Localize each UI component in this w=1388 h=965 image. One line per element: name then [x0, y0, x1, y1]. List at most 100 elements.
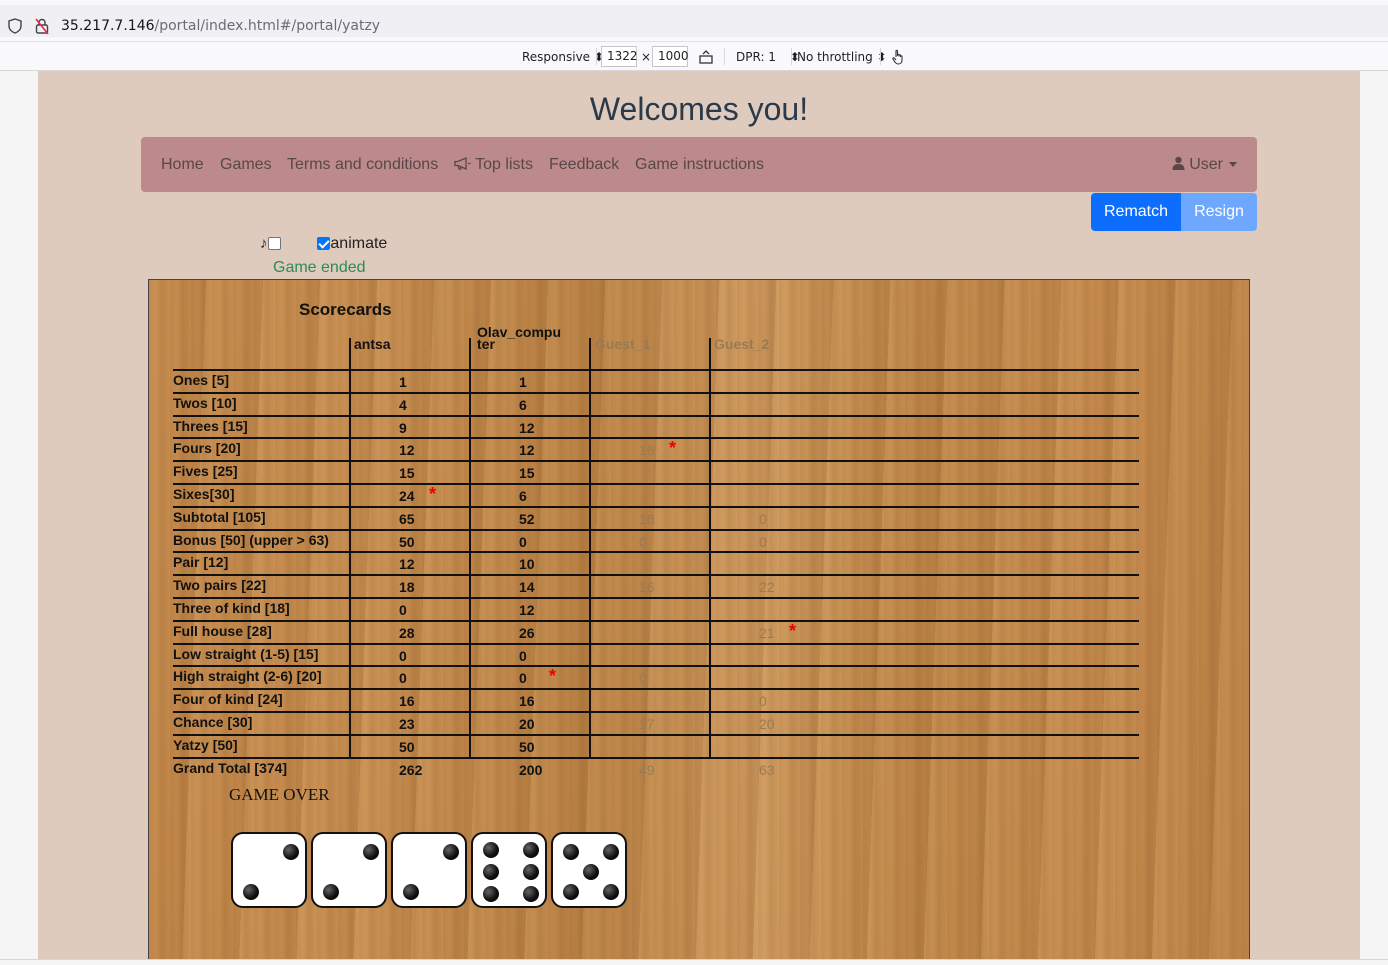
nav-games[interactable]: Games — [220, 156, 272, 174]
score-cell: 0 — [519, 647, 527, 664]
die-5[interactable] — [551, 832, 627, 908]
resign-button[interactable]: Resign — [1181, 193, 1257, 231]
category-label: Fives [25] — [173, 463, 238, 480]
browser-toolbar: 35.217.7.146/portal/index.html#/portal/y… — [0, 0, 1388, 42]
nav-terms[interactable]: Terms and conditions — [287, 156, 438, 174]
score-cell: 52 — [519, 510, 535, 527]
rematch-button[interactable]: Rematch — [1091, 193, 1181, 231]
table-row: Sixes[30] 24 * 6 — [173, 484, 1139, 507]
table-row: Yatzy [50] 50 50 — [173, 735, 1139, 758]
score-cell: 0 — [639, 533, 647, 550]
die-1[interactable] — [231, 832, 307, 908]
responsive-design-toolbar: Responsive ⬍ 1322 × 1000 DPR: 1 ⬍ No thr… — [0, 42, 1388, 71]
game-over-text: GAME OVER — [229, 785, 330, 804]
nav-toplists[interactable]: Top lists — [454, 156, 533, 174]
score-cell: 26 — [519, 624, 535, 641]
score-cell: 12 — [519, 602, 535, 618]
insecure-lock-icon[interactable] — [35, 17, 49, 35]
score-cell: 20 — [519, 716, 535, 732]
nav-feedback[interactable]: Feedback — [549, 156, 619, 174]
category-label: Fours [20] — [173, 440, 241, 457]
scrollbar[interactable] — [1360, 71, 1388, 959]
rotate-viewport-icon[interactable] — [698, 49, 714, 65]
user-menu[interactable]: User — [1172, 156, 1237, 174]
die-pip — [603, 844, 619, 860]
score-cell: 6 — [519, 396, 527, 413]
score-cell: 6 — [519, 488, 527, 504]
nav-home[interactable]: Home — [161, 156, 204, 174]
times-sign: × — [641, 50, 652, 64]
score-cell: 28 — [399, 624, 415, 641]
divider — [880, 48, 881, 65]
score-cell: 63 — [759, 761, 775, 778]
column-divider — [469, 338, 471, 758]
animate-label: animate — [330, 235, 388, 252]
score-cell: 1 — [399, 374, 407, 390]
select-arrows-icon: ⬍ — [876, 50, 887, 64]
nav-game-instructions[interactable]: Game instructions — [635, 156, 764, 174]
score-cell: 262 — [399, 761, 423, 778]
touch-simulation-icon[interactable] — [890, 48, 906, 66]
column-divider — [709, 338, 711, 758]
throttling-select[interactable]: No throttling ⬍ — [797, 48, 887, 66]
viewport-height-input[interactable]: 1000 — [652, 46, 689, 67]
table-row: Two pairs [22] 18 14 16 22 — [173, 575, 1139, 598]
category-label: Pair [12] — [173, 554, 229, 571]
die-pip — [283, 844, 299, 860]
device-select[interactable]: Responsive ⬍ — [522, 48, 604, 66]
divider — [724, 48, 725, 65]
table-row: Ones [5] 1 1 — [173, 370, 1139, 393]
viewport-width-input[interactable]: 1322 — [601, 46, 638, 67]
die-pip — [523, 886, 539, 902]
game-options: ♪ animate — [260, 235, 387, 253]
column-divider — [589, 338, 591, 758]
score-cell: 15 — [399, 465, 415, 482]
score-cell: 9 — [399, 419, 407, 436]
category-label: Full house [28] — [173, 622, 272, 639]
table-row: Twos [10] 4 6 — [173, 393, 1139, 416]
category-label: Sixes[30] — [173, 486, 235, 502]
score-cell: 0 — [759, 533, 767, 550]
score-cell: 0 — [759, 510, 767, 527]
nav-toplists-label: Top lists — [475, 156, 533, 173]
score-cell: 16 — [639, 510, 655, 527]
table-row: Low straight (1-5) [15] 0 0 — [173, 644, 1139, 667]
table-row: Three of kind [18] 0 12 — [173, 598, 1139, 621]
table-row: Chance [30] 23 20 17 20 — [173, 712, 1139, 735]
score-cell: 21 — [759, 624, 775, 641]
die-pip — [243, 884, 259, 900]
category-label: Twos [10] — [173, 394, 237, 411]
die-3[interactable] — [391, 832, 467, 908]
score-cell: 15 — [519, 465, 535, 482]
score-cell: 22 — [759, 579, 775, 596]
table-row: Fours [20] 12 12 16 * — [173, 438, 1139, 461]
scorecards-title: Scorecards — [299, 300, 392, 319]
tracking-shield-icon[interactable] — [8, 18, 22, 34]
category-label: Low straight (1-5) [15] — [173, 645, 319, 662]
score-cell: 10 — [519, 556, 535, 573]
url-path: /portal/index.html#/portal/yatzy — [154, 18, 381, 34]
category-label: Three of kind [18] — [173, 600, 290, 616]
sound-checkbox[interactable] — [267, 237, 281, 251]
animate-checkbox[interactable] — [317, 237, 331, 251]
score-cell: 24 — [399, 488, 415, 504]
music-note-icon: ♪ — [260, 235, 268, 252]
score-cell: 16 — [519, 693, 535, 710]
score-cell: 23 — [399, 716, 415, 732]
die-2[interactable] — [311, 832, 387, 908]
score-cell: 16 — [639, 442, 655, 459]
player-header-guest-1: Guest_1 — [595, 336, 651, 352]
url-bar[interactable]: 35.217.7.146/portal/index.html#/portal/y… — [0, 5, 1388, 37]
navbar: Home Games Terms and conditions Top list… — [141, 137, 1257, 192]
category-label: Grand Total [374] — [173, 759, 288, 776]
url-text[interactable]: 35.217.7.146/portal/index.html#/portal/y… — [61, 18, 380, 34]
chevron-down-icon — [1229, 162, 1237, 168]
last-move-marker: * — [429, 484, 437, 504]
page-title: Welcomes you! — [589, 91, 809, 127]
divider — [596, 48, 597, 65]
die-4[interactable] — [471, 832, 547, 908]
table-row: Full house [28] 28 26 21 * — [173, 621, 1139, 644]
score-cell: 12 — [519, 442, 535, 459]
score-cell: 12 — [519, 419, 535, 436]
score-cell: 49 — [639, 761, 655, 778]
